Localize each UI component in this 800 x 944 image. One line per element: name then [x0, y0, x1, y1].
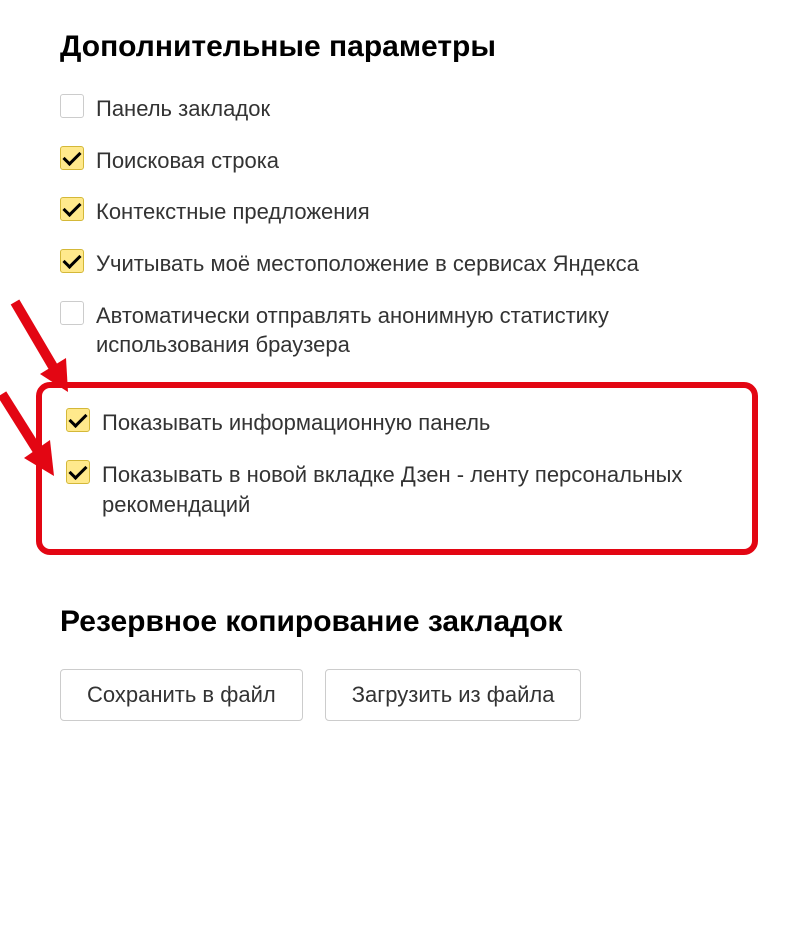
settings-list: Панель закладок Поисковая строка Контекс…: [60, 94, 740, 555]
label-location: Учитывать моё местоположение в сервисах …: [96, 249, 639, 279]
save-to-file-button[interactable]: Сохранить в файл: [60, 669, 303, 721]
option-bookmarks-bar[interactable]: Панель закладок: [60, 94, 740, 124]
checkbox-search-bar[interactable]: [60, 146, 84, 170]
option-search-bar[interactable]: Поисковая строка: [60, 146, 740, 176]
option-anon-stats[interactable]: Автоматически отправлять анонимную стати…: [60, 301, 740, 360]
checkbox-location[interactable]: [60, 249, 84, 273]
label-anon-stats: Автоматически отправлять анонимную стати…: [96, 301, 740, 360]
backup-title: Резервное копирование закладок: [60, 605, 740, 639]
label-dzen-feed: Показывать в новой вкладке Дзен - ленту …: [102, 460, 734, 519]
checkbox-dzen-feed[interactable]: [66, 460, 90, 484]
checkbox-bookmarks-bar[interactable]: [60, 94, 84, 118]
option-info-panel[interactable]: Показывать информационную панель: [60, 408, 734, 438]
label-bookmarks-bar: Панель закладок: [96, 94, 270, 124]
backup-bookmarks-section: Резервное копирование закладок Сохранить…: [60, 605, 740, 721]
option-dzen-feed[interactable]: Показывать в новой вкладке Дзен - ленту …: [60, 460, 734, 519]
label-info-panel: Показывать информационную панель: [102, 408, 490, 438]
option-contextual[interactable]: Контекстные предложения: [60, 197, 740, 227]
annotation-arrow-2-icon: [0, 384, 82, 524]
load-from-file-button[interactable]: Загрузить из файла: [325, 669, 582, 721]
checkbox-info-panel[interactable]: [66, 408, 90, 432]
label-contextual: Контекстные предложения: [96, 197, 370, 227]
advanced-settings-title: Дополнительные параметры: [60, 30, 740, 64]
highlighted-options-box: Показывать информационную панель Показыв…: [36, 382, 758, 555]
checkbox-contextual[interactable]: [60, 197, 84, 221]
backup-buttons-row: Сохранить в файл Загрузить из файла: [60, 669, 740, 721]
option-location[interactable]: Учитывать моё местоположение в сервисах …: [60, 249, 740, 279]
advanced-settings-section: Дополнительные параметры Панель закладок…: [60, 30, 740, 555]
label-search-bar: Поисковая строка: [96, 146, 279, 176]
